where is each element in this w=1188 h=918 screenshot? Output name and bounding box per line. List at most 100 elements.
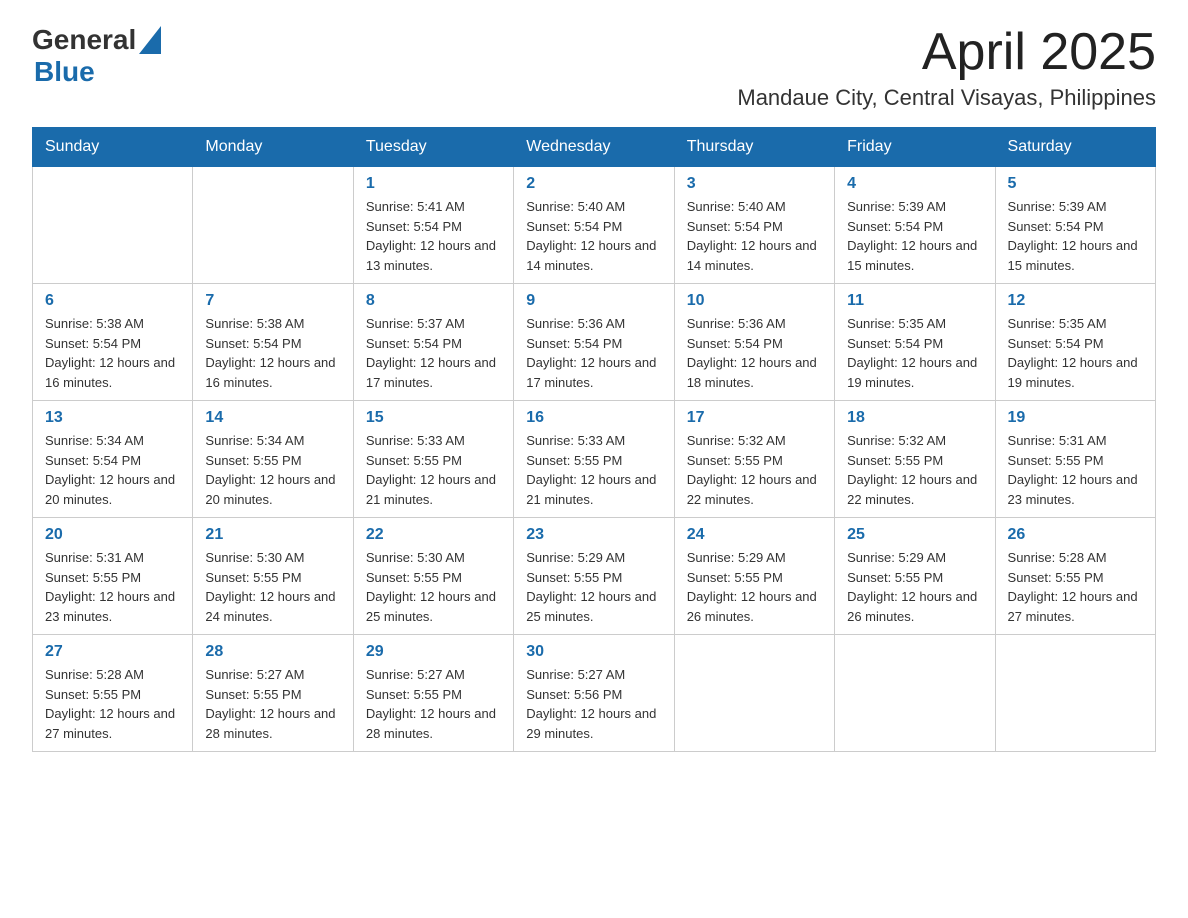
calendar-cell: 25 Sunrise: 5:29 AM Sunset: 5:55 PM Dayli… — [835, 518, 995, 635]
calendar-cell — [193, 167, 353, 284]
calendar-week-row: 6 Sunrise: 5:38 AM Sunset: 5:54 PM Daylig… — [33, 284, 1156, 401]
calendar-header-sunday: Sunday — [33, 128, 193, 167]
calendar-table: SundayMondayTuesdayWednesdayThursdayFrid… — [32, 127, 1156, 752]
calendar-cell: 29 Sunrise: 5:27 AM Sunset: 5:55 PM Dayli… — [353, 635, 513, 752]
day-info: Sunrise: 5:36 AM Sunset: 5:54 PM Dayligh… — [526, 314, 661, 392]
calendar-week-row: 13 Sunrise: 5:34 AM Sunset: 5:54 PM Dayli… — [33, 401, 1156, 518]
calendar-week-row: 1Sunrise: 5:41 AM Sunset: 5:54 PM Daylig… — [33, 167, 1156, 284]
logo-general-text: General — [32, 24, 136, 56]
day-info: Sunrise: 5:29 AM Sunset: 5:55 PM Dayligh… — [526, 548, 661, 626]
calendar-cell: 8 Sunrise: 5:37 AM Sunset: 5:54 PM Daylig… — [353, 284, 513, 401]
calendar-header-monday: Monday — [193, 128, 353, 167]
day-number: 2 — [526, 175, 661, 193]
day-number: 28 — [205, 643, 340, 661]
calendar-header-thursday: Thursday — [674, 128, 834, 167]
calendar-cell: 19 Sunrise: 5:31 AM Sunset: 5:55 PM Dayli… — [995, 401, 1155, 518]
day-number: 10 — [687, 292, 822, 310]
day-number: 26 — [1008, 526, 1143, 544]
calendar-cell: 23 Sunrise: 5:29 AM Sunset: 5:55 PM Dayli… — [514, 518, 674, 635]
calendar-cell: 21Sunrise: 5:30 AM Sunset: 5:55 PM Dayli… — [193, 518, 353, 635]
logo-blue-text: Blue — [34, 56, 95, 87]
day-number: 11 — [847, 292, 982, 310]
calendar-header-saturday: Saturday — [995, 128, 1155, 167]
calendar-cell: 28 Sunrise: 5:27 AM Sunset: 5:55 PM Dayli… — [193, 635, 353, 752]
day-number: 30 — [526, 643, 661, 661]
day-number: 1 — [366, 175, 501, 193]
calendar-cell: 2 Sunrise: 5:40 AM Sunset: 5:54 PM Daylig… — [514, 167, 674, 284]
calendar-header-friday: Friday — [835, 128, 995, 167]
day-number: 9 — [526, 292, 661, 310]
logo: General Blue — [32, 24, 161, 88]
day-info: Sunrise: 5:36 AM Sunset: 5:54 PM Dayligh… — [687, 314, 822, 392]
day-info: Sunrise: 5:27 AM Sunset: 5:55 PM Dayligh… — [366, 665, 501, 743]
day-number: 23 — [526, 526, 661, 544]
day-info: Sunrise: 5:29 AM Sunset: 5:55 PM Dayligh… — [847, 548, 982, 626]
day-number: 19 — [1008, 409, 1143, 427]
page-title: April 2025 — [737, 24, 1156, 81]
day-info: Sunrise: 5:34 AM Sunset: 5:54 PM Dayligh… — [45, 431, 180, 509]
calendar-cell — [674, 635, 834, 752]
day-number: 29 — [366, 643, 501, 661]
day-number: 24 — [687, 526, 822, 544]
calendar-cell: 9 Sunrise: 5:36 AM Sunset: 5:54 PM Daylig… — [514, 284, 674, 401]
calendar-cell: 5Sunrise: 5:39 AM Sunset: 5:54 PM Daylig… — [995, 167, 1155, 284]
day-number: 8 — [366, 292, 501, 310]
calendar-cell: 15Sunrise: 5:33 AM Sunset: 5:55 PM Dayli… — [353, 401, 513, 518]
day-info: Sunrise: 5:30 AM Sunset: 5:55 PM Dayligh… — [366, 548, 501, 626]
calendar-cell: 26Sunrise: 5:28 AM Sunset: 5:55 PM Dayli… — [995, 518, 1155, 635]
calendar-week-row: 20 Sunrise: 5:31 AM Sunset: 5:55 PM Dayli… — [33, 518, 1156, 635]
day-info: Sunrise: 5:31 AM Sunset: 5:55 PM Dayligh… — [45, 548, 180, 626]
calendar-cell: 11 Sunrise: 5:35 AM Sunset: 5:54 PM Dayli… — [835, 284, 995, 401]
day-number: 15 — [366, 409, 501, 427]
day-info: Sunrise: 5:35 AM Sunset: 5:54 PM Dayligh… — [1008, 314, 1143, 392]
day-number: 21 — [205, 526, 340, 544]
day-info: Sunrise: 5:34 AM Sunset: 5:55 PM Dayligh… — [205, 431, 340, 509]
calendar-header-wednesday: Wednesday — [514, 128, 674, 167]
calendar-cell: 17Sunrise: 5:32 AM Sunset: 5:55 PM Dayli… — [674, 401, 834, 518]
day-number: 13 — [45, 409, 180, 427]
calendar-cell: 6 Sunrise: 5:38 AM Sunset: 5:54 PM Daylig… — [33, 284, 193, 401]
calendar-cell: 27 Sunrise: 5:28 AM Sunset: 5:55 PM Dayli… — [33, 635, 193, 752]
day-info: Sunrise: 5:28 AM Sunset: 5:55 PM Dayligh… — [45, 665, 180, 743]
calendar-cell: 22Sunrise: 5:30 AM Sunset: 5:55 PM Dayli… — [353, 518, 513, 635]
day-info: Sunrise: 5:38 AM Sunset: 5:54 PM Dayligh… — [205, 314, 340, 392]
calendar-header-tuesday: Tuesday — [353, 128, 513, 167]
day-info: Sunrise: 5:39 AM Sunset: 5:54 PM Dayligh… — [1008, 197, 1143, 275]
calendar-cell: 13 Sunrise: 5:34 AM Sunset: 5:54 PM Dayli… — [33, 401, 193, 518]
day-info: Sunrise: 5:37 AM Sunset: 5:54 PM Dayligh… — [366, 314, 501, 392]
calendar-cell: 14Sunrise: 5:34 AM Sunset: 5:55 PM Dayli… — [193, 401, 353, 518]
day-info: Sunrise: 5:39 AM Sunset: 5:54 PM Dayligh… — [847, 197, 982, 275]
calendar-cell: 16 Sunrise: 5:33 AM Sunset: 5:55 PM Dayli… — [514, 401, 674, 518]
day-info: Sunrise: 5:33 AM Sunset: 5:55 PM Dayligh… — [526, 431, 661, 509]
day-info: Sunrise: 5:31 AM Sunset: 5:55 PM Dayligh… — [1008, 431, 1143, 509]
calendar-cell: 18Sunrise: 5:32 AM Sunset: 5:55 PM Dayli… — [835, 401, 995, 518]
calendar-cell: 7 Sunrise: 5:38 AM Sunset: 5:54 PM Daylig… — [193, 284, 353, 401]
day-number: 16 — [526, 409, 661, 427]
calendar-week-row: 27 Sunrise: 5:28 AM Sunset: 5:55 PM Dayli… — [33, 635, 1156, 752]
day-info: Sunrise: 5:38 AM Sunset: 5:54 PM Dayligh… — [45, 314, 180, 392]
calendar-header-row: SundayMondayTuesdayWednesdayThursdayFrid… — [33, 128, 1156, 167]
day-info: Sunrise: 5:27 AM Sunset: 5:55 PM Dayligh… — [205, 665, 340, 743]
day-info: Sunrise: 5:40 AM Sunset: 5:54 PM Dayligh… — [526, 197, 661, 275]
logo-triangle-icon — [139, 26, 161, 54]
day-number: 6 — [45, 292, 180, 310]
day-number: 7 — [205, 292, 340, 310]
day-info: Sunrise: 5:32 AM Sunset: 5:55 PM Dayligh… — [847, 431, 982, 509]
calendar-cell — [995, 635, 1155, 752]
page-subtitle: Mandaue City, Central Visayas, Philippin… — [737, 85, 1156, 111]
day-number: 20 — [45, 526, 180, 544]
calendar-cell: 20 Sunrise: 5:31 AM Sunset: 5:55 PM Dayli… — [33, 518, 193, 635]
day-info: Sunrise: 5:35 AM Sunset: 5:54 PM Dayligh… — [847, 314, 982, 392]
day-number: 3 — [687, 175, 822, 193]
calendar-cell: 4Sunrise: 5:39 AM Sunset: 5:54 PM Daylig… — [835, 167, 995, 284]
day-number: 25 — [847, 526, 982, 544]
day-number: 27 — [45, 643, 180, 661]
calendar-cell: 24Sunrise: 5:29 AM Sunset: 5:55 PM Dayli… — [674, 518, 834, 635]
calendar-cell: 30Sunrise: 5:27 AM Sunset: 5:56 PM Dayli… — [514, 635, 674, 752]
day-number: 12 — [1008, 292, 1143, 310]
day-info: Sunrise: 5:40 AM Sunset: 5:54 PM Dayligh… — [687, 197, 822, 275]
day-number: 17 — [687, 409, 822, 427]
page-header: General Blue April 2025 Mandaue City, Ce… — [32, 24, 1156, 111]
calendar-cell — [33, 167, 193, 284]
calendar-cell: 10 Sunrise: 5:36 AM Sunset: 5:54 PM Dayli… — [674, 284, 834, 401]
